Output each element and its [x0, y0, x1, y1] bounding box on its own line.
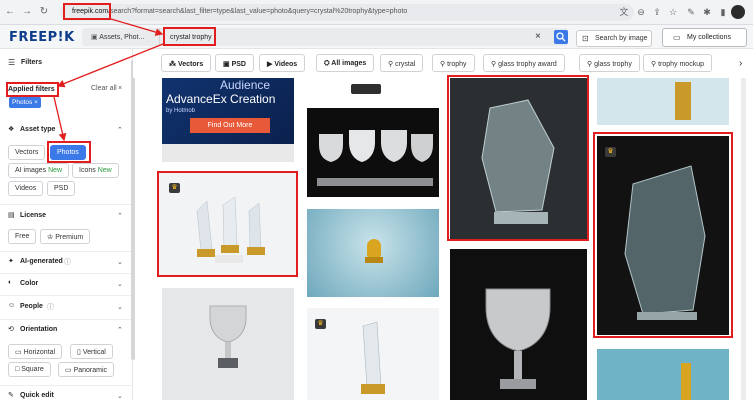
- annotation-arrows: [53, 18, 164, 142]
